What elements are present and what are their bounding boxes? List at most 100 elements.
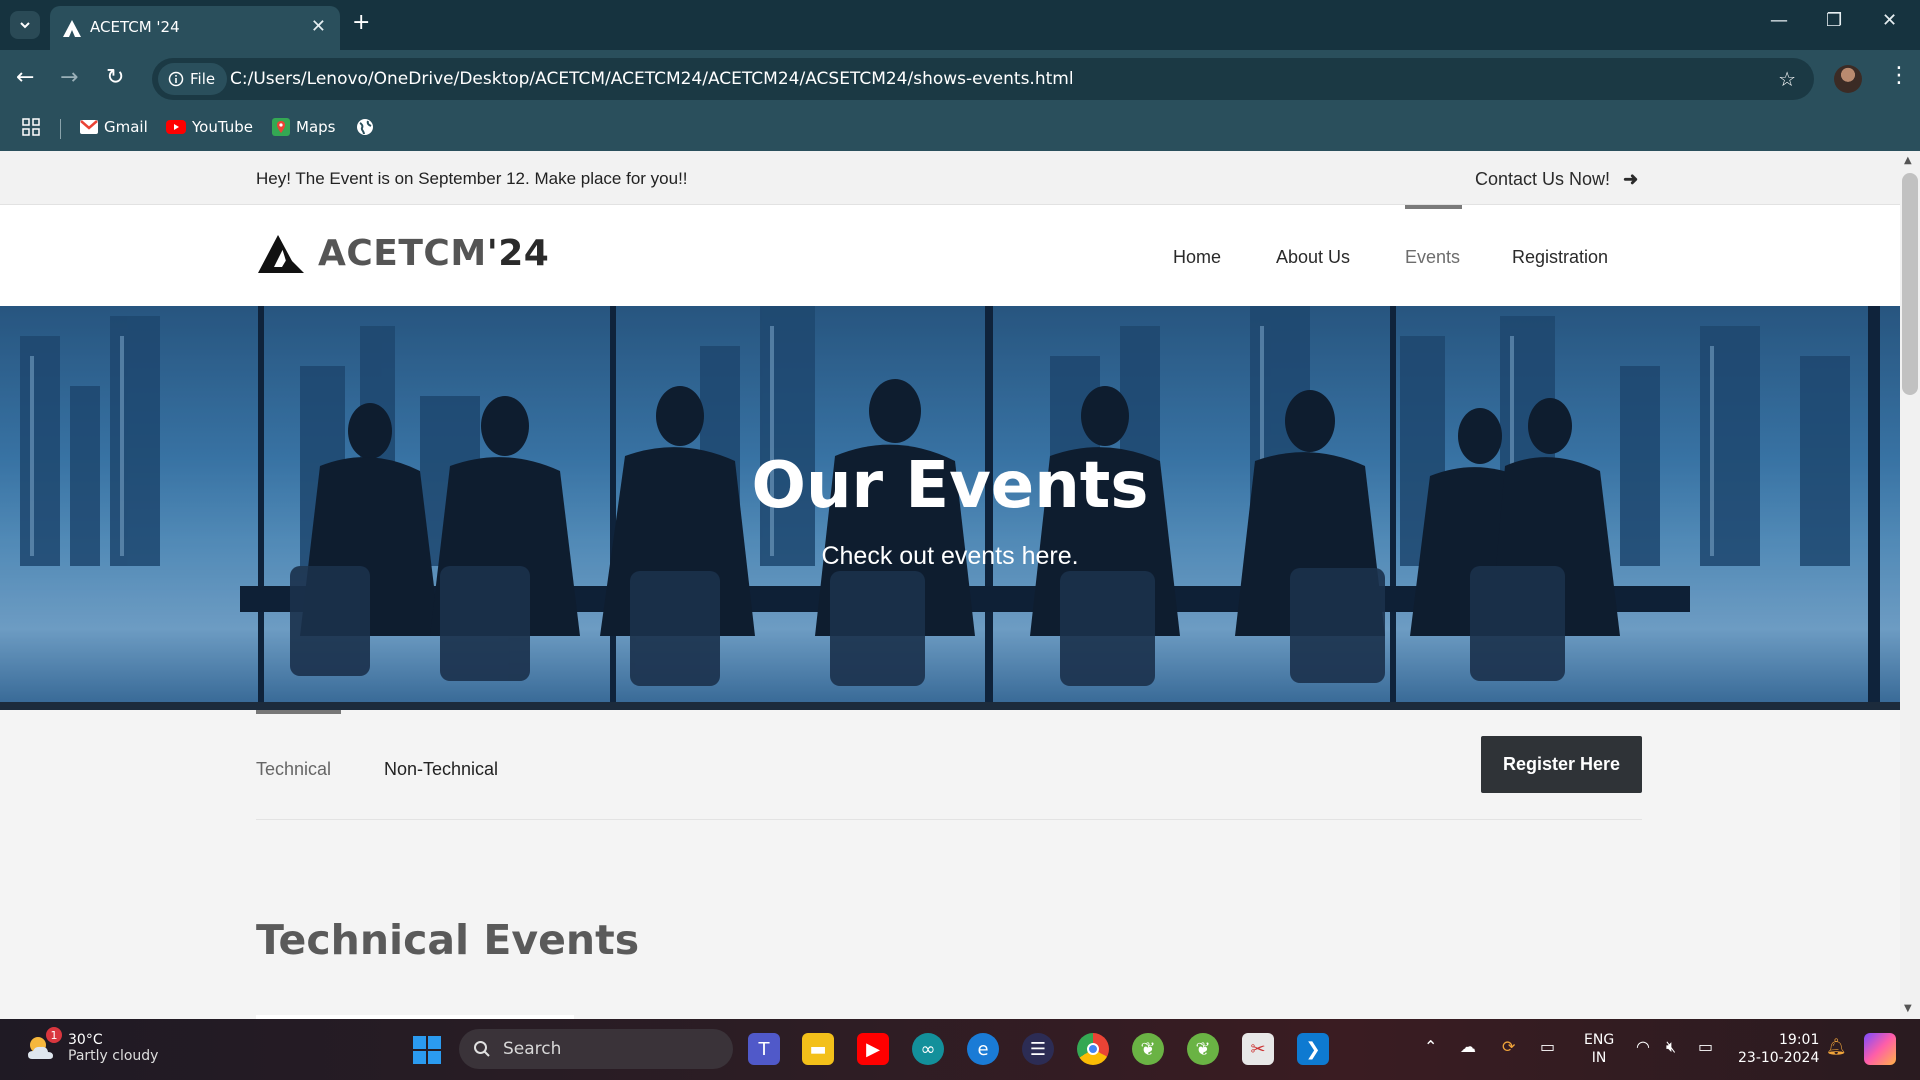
bookmark-youtube[interactable]: YouTube xyxy=(166,118,253,136)
info-icon xyxy=(168,71,184,87)
bookmark-star-icon[interactable]: ☆ xyxy=(1778,67,1796,91)
site-logo[interactable]: ACETCM'24 xyxy=(256,231,549,275)
windows-start-icon[interactable] xyxy=(413,1036,441,1064)
bookmark-label: Gmail xyxy=(104,118,148,136)
spring-tool-icon[interactable]: ❦ xyxy=(1132,1033,1164,1065)
apps-grid-icon[interactable] xyxy=(22,118,40,136)
search-icon xyxy=(474,1041,490,1057)
reload-icon[interactable]: ↻ xyxy=(106,67,124,89)
language-code: ENG xyxy=(1584,1032,1615,1048)
site-info-label: File xyxy=(190,70,216,88)
announcement-text: Hey! The Event is on September 12. Make … xyxy=(256,169,688,188)
notification-bell-icon[interactable]: 🔔︎ xyxy=(1826,1037,1846,1056)
tray-overflow-icon[interactable]: ⌃ xyxy=(1424,1037,1437,1056)
wifi-icon[interactable]: ◠ xyxy=(1636,1037,1650,1056)
weather-widget[interactable]: 1 30°C Partly cloudy xyxy=(24,1027,159,1065)
page-viewport: Hey! The Event is on September 12. Make … xyxy=(0,151,1920,1019)
speaker-muted-icon[interactable]: 🔇︎ xyxy=(1666,1037,1676,1057)
search-placeholder: Search xyxy=(503,1039,562,1059)
tab-active-indicator xyxy=(256,710,341,714)
bookmarks-bar: Gmail YouTube Maps xyxy=(0,108,1920,151)
hero-title: Our Events xyxy=(751,449,1149,523)
restore-window-icon[interactable]: ❐ xyxy=(1826,10,1842,31)
file-explorer-icon[interactable]: ▬ xyxy=(802,1033,834,1065)
nav-events[interactable]: Events xyxy=(1405,247,1460,268)
scroll-up-icon[interactable]: ▲ xyxy=(1904,155,1912,166)
address-bar[interactable]: File C:/Users/Lenovo/OneDrive/Desktop/AC… xyxy=(152,58,1814,100)
browser-menu-icon[interactable]: ⋮ xyxy=(1888,63,1910,88)
maps-icon xyxy=(272,118,290,136)
battery-icon[interactable]: ▭ xyxy=(1698,1037,1713,1056)
windows-taskbar: 1 30°C Partly cloudy Search T ▬ ▶ ∞ e ☰ … xyxy=(0,1019,1920,1080)
nav-about-us[interactable]: About Us xyxy=(1276,247,1350,268)
event-tabs-row: Technical Non-Technical Register Here xyxy=(0,710,1900,820)
bookmarks-separator xyxy=(60,119,61,139)
nav-home[interactable]: Home xyxy=(1173,247,1221,268)
back-arrow-icon[interactable]: ← xyxy=(16,67,34,89)
url-text[interactable]: C:/Users/Lenovo/OneDrive/Desktop/ACETCM/… xyxy=(230,69,1074,89)
new-tab-button[interactable]: + xyxy=(352,10,370,35)
profile-avatar[interactable] xyxy=(1834,65,1862,93)
section-divider xyxy=(256,819,1642,820)
bookmark-label: Maps xyxy=(296,118,336,136)
section-title-technical-events: Technical Events xyxy=(256,916,640,964)
taskbar-search[interactable]: Search xyxy=(459,1029,733,1069)
vscode-icon[interactable]: ❯ xyxy=(1297,1033,1329,1065)
contact-us-link[interactable]: Contact Us Now! ➜ xyxy=(1475,169,1638,190)
bookmark-maps[interactable]: Maps xyxy=(272,118,335,136)
browser-toolbar: ← → ↻ File C:/Users/Lenovo/OneDrive/Desk… xyxy=(0,50,1920,108)
weather-temperature: 30°C xyxy=(68,1032,103,1048)
browser-tab-active[interactable]: ACETCM '24 ✕ xyxy=(50,6,340,50)
edge-icon[interactable]: e xyxy=(967,1033,999,1065)
clock-date: 23-10-2024 xyxy=(1738,1050,1820,1066)
hero-banner: Our Events Check out events here. xyxy=(0,306,1900,710)
youtube-icon xyxy=(166,120,186,134)
onedrive-icon[interactable]: ☁ xyxy=(1460,1037,1476,1056)
scrollbar-thumb[interactable] xyxy=(1902,173,1918,395)
close-window-icon[interactable]: ✕ xyxy=(1882,10,1897,31)
tab-title: ACETCM '24 xyxy=(90,18,180,36)
acetcm-logo-icon xyxy=(63,20,81,37)
copilot-icon[interactable] xyxy=(1864,1033,1896,1065)
acetcm-logo-icon xyxy=(258,235,304,273)
globe-icon xyxy=(357,119,373,135)
tab-technical[interactable]: Technical xyxy=(256,759,331,780)
nav-active-indicator xyxy=(1405,205,1462,209)
register-here-button[interactable]: Register Here xyxy=(1481,736,1642,793)
tab-search-button[interactable] xyxy=(10,11,40,39)
bookmark-label: YouTube xyxy=(192,118,253,136)
arduino-icon[interactable]: ∞ xyxy=(912,1033,944,1065)
logo-text-main: ACETCM xyxy=(318,232,487,274)
close-tab-icon[interactable]: ✕ xyxy=(311,16,326,37)
logo-text-suffix: '24 xyxy=(486,232,550,274)
minimize-window-icon[interactable]: — xyxy=(1770,10,1788,31)
language-indicator[interactable]: ENG IN xyxy=(1584,1031,1614,1067)
eclipse-icon[interactable]: ☰ xyxy=(1022,1033,1054,1065)
snipping-tool-icon[interactable]: ✂ xyxy=(1242,1033,1274,1065)
bookmark-globe[interactable] xyxy=(356,118,374,136)
weather-condition: Partly cloudy xyxy=(68,1048,159,1064)
bookmark-gmail[interactable]: Gmail xyxy=(80,118,148,136)
spring-tool-icon-2[interactable]: ❦ xyxy=(1187,1033,1219,1065)
forward-arrow-icon[interactable]: → xyxy=(60,67,78,89)
site-info-chip[interactable]: File xyxy=(158,63,228,95)
chrome-icon[interactable] xyxy=(1077,1033,1109,1065)
tablet-mode-icon[interactable]: ▭ xyxy=(1540,1037,1555,1056)
arrow-right-icon: ➜ xyxy=(1623,169,1639,189)
site-header: ACETCM'24 Home About Us Events Registrat… xyxy=(0,205,1900,306)
logo-text: ACETCM'24 xyxy=(318,233,549,274)
partly-cloudy-icon: 1 xyxy=(24,1027,62,1065)
announcement-bar: Hey! The Event is on September 12. Make … xyxy=(0,151,1900,205)
scroll-down-icon[interactable]: ▼ xyxy=(1904,1003,1912,1014)
hero-subtitle: Check out events here. xyxy=(821,542,1079,570)
teams-icon[interactable]: T xyxy=(748,1033,780,1065)
tab-non-technical[interactable]: Non-Technical xyxy=(384,759,498,780)
nav-registration[interactable]: Registration xyxy=(1512,247,1608,268)
clock-time: 19:01 xyxy=(1779,1032,1820,1048)
browser-tabstrip: ACETCM '24 ✕ + — ❐ ✕ xyxy=(0,0,1920,50)
system-clock[interactable]: 19:01 23-10-2024 xyxy=(1738,1031,1819,1067)
sync-icon[interactable]: ⟳ xyxy=(1502,1037,1515,1056)
contact-us-label: Contact Us Now! xyxy=(1475,169,1611,189)
gmail-icon xyxy=(80,120,98,134)
youtube-app-icon[interactable]: ▶ xyxy=(857,1033,889,1065)
